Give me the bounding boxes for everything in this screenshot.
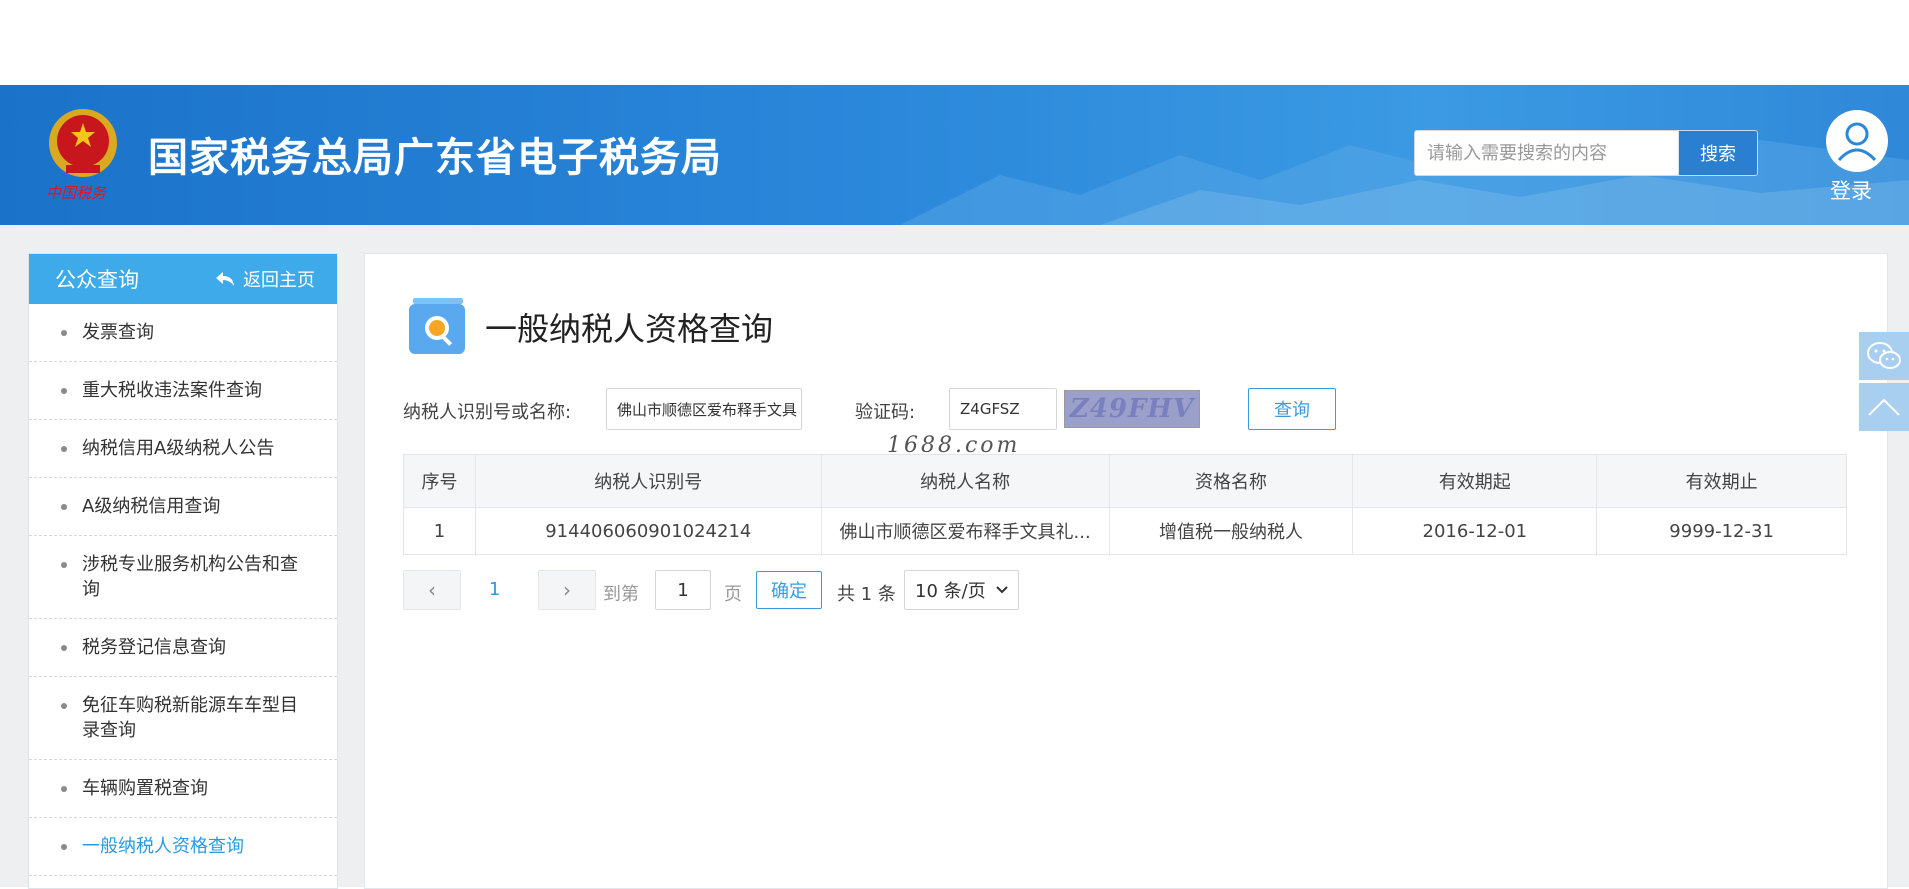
- site-header: 中国税务 国家税务总局广东省电子税务局 搜索 登录: [0, 85, 1909, 225]
- login-link[interactable]: 登录: [1830, 175, 1872, 205]
- chevron-right-icon: ›: [563, 578, 571, 602]
- chevron-left-icon: ‹: [428, 578, 436, 602]
- column-header: 资格名称: [1108, 454, 1354, 508]
- sidebar-item-new-energy-vehicle[interactable]: 免征车购税新能源车车型目录查询: [29, 677, 337, 760]
- table-row[interactable]: 1 914406060901024214 佛山市顺德区爱布释手文具礼... 增值…: [403, 507, 1847, 555]
- emblem-text: 中国税务: [46, 184, 108, 202]
- site-title: 国家税务总局广东省电子税务局: [148, 135, 722, 181]
- table-cell-taxpayer-id: 914406060901024214: [474, 507, 822, 555]
- total-count: 共 1 条: [837, 584, 896, 605]
- results-table: 序号 纳税人识别号 纳税人名称 资格名称 有效期起 有效期止 1 9144060…: [403, 454, 1847, 555]
- column-header: 有效期起: [1352, 454, 1598, 508]
- column-header: 纳税人识别号: [474, 454, 822, 508]
- sidebar-title: 公众查询: [55, 268, 139, 292]
- sidebar-item-invoice-query[interactable]: 发票查询: [29, 304, 337, 362]
- sidebar-header: 公众查询 返回主页: [29, 254, 337, 304]
- search-button[interactable]: 搜索: [1678, 131, 1757, 175]
- sidebar-item-vehicle-purchase-tax[interactable]: 车辆购置税查询: [29, 760, 337, 818]
- wechat-icon: [1867, 342, 1901, 369]
- page-size-select[interactable]: 10 条/页: [904, 570, 1019, 610]
- taxpayer-input[interactable]: 佛山市顺德区爱布释手文具: [606, 388, 802, 430]
- column-header: 序号: [403, 454, 476, 508]
- sidebar-item-tax-service-agency[interactable]: 涉税专业服务机构公告和查询: [29, 536, 337, 619]
- next-page-button[interactable]: ›: [538, 570, 596, 610]
- page-suffix: 页: [724, 584, 742, 605]
- main-panel: 一般纳税人资格查询 纳税人识别号或名称: 佛山市顺德区爱布释手文具 验证码: Z…: [364, 253, 1888, 889]
- prev-page-button[interactable]: ‹: [403, 570, 461, 610]
- user-avatar-icon[interactable]: [1826, 110, 1888, 172]
- sidebar-item-tax-registration-query[interactable]: 税务登记信息查询: [29, 619, 337, 677]
- table-header-row: 序号 纳税人识别号 纳税人名称 资格名称 有效期起 有效期止: [403, 454, 1847, 508]
- top-blank-area: [0, 0, 1909, 85]
- search-input[interactable]: [1415, 131, 1678, 175]
- search-document-icon: [407, 296, 467, 356]
- captcha-input[interactable]: Z4GFSZ: [949, 388, 1057, 430]
- tax-emblem-logo: 中国税务: [38, 103, 128, 203]
- back-home-link[interactable]: 返回主页: [215, 266, 315, 292]
- sidebar-menu: 发票查询 重大税收违法案件查询 纳税信用A级纳税人公告 A级纳税信用查询 涉税专…: [29, 304, 337, 876]
- sidebar-item-general-taxpayer[interactable]: 一般纳税人资格查询: [29, 818, 337, 876]
- sidebar-item-a-credit-query[interactable]: A级纳税信用查询: [29, 478, 337, 536]
- wechat-float-button[interactable]: [1859, 332, 1909, 380]
- pagination: ‹ 1 › 到第 页 确定 共 1 条 10 条/页: [403, 570, 1303, 612]
- goto-page-input[interactable]: [655, 570, 711, 610]
- captcha-label: 验证码:: [855, 402, 916, 423]
- query-form: 纳税人识别号或名称: 佛山市顺德区爱布释手文具 验证码: Z4GFSZ Z49F…: [403, 388, 1803, 432]
- header-search: 搜索: [1414, 130, 1758, 176]
- chevron-up-icon: [1868, 398, 1900, 416]
- page-size-value: 10 条/页: [915, 581, 986, 602]
- goto-confirm-button[interactable]: 确定: [756, 571, 822, 609]
- column-header: 有效期止: [1596, 454, 1847, 508]
- sidebar-item-tax-violation-query[interactable]: 重大税收违法案件查询: [29, 362, 337, 420]
- column-header: 纳税人名称: [820, 454, 1110, 508]
- page-title: 一般纳税人资格查询: [485, 310, 774, 348]
- page-number-current[interactable]: 1: [489, 579, 500, 600]
- back-home-label: 返回主页: [243, 270, 315, 291]
- query-button[interactable]: 查询: [1248, 388, 1336, 430]
- sidebar-item-a-credit-announcement[interactable]: 纳税信用A级纳税人公告: [29, 420, 337, 478]
- table-cell-valid-from: 2016-12-01: [1352, 507, 1598, 555]
- table-cell-taxpayer-name: 佛山市顺德区爱布释手文具礼...: [820, 507, 1110, 555]
- goto-label: 到第: [603, 584, 639, 605]
- back-arrow-icon: [216, 272, 234, 286]
- sidebar: 公众查询 返回主页 发票查询 重大税收违法案件查询 纳税信用A级纳税人公告 A级…: [28, 253, 338, 889]
- back-to-top-button[interactable]: [1859, 383, 1909, 431]
- captcha-image[interactable]: Z49FHV: [1064, 390, 1200, 428]
- chevron-down-icon: [996, 586, 1008, 594]
- table-cell-valid-to: 9999-12-31: [1596, 507, 1847, 555]
- taxpayer-label: 纳税人识别号或名称:: [403, 402, 572, 423]
- table-cell-index: 1: [403, 507, 476, 555]
- table-cell-qualification: 增值税一般纳税人: [1108, 507, 1354, 555]
